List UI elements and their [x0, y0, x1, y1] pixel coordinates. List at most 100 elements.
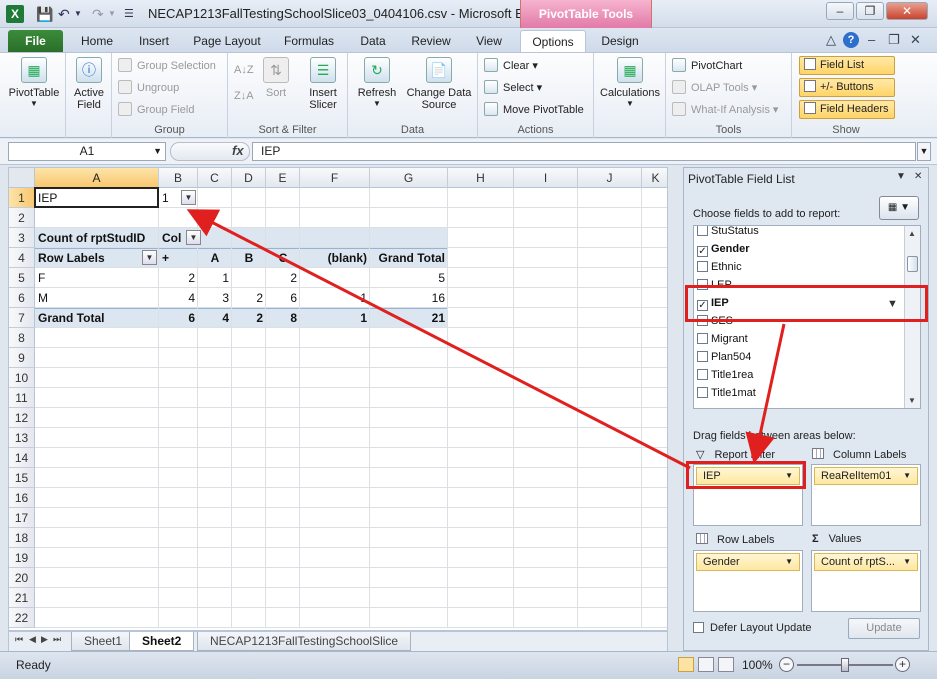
- normal-view-icon[interactable]: [678, 657, 694, 672]
- row-header-4[interactable]: 4: [9, 248, 35, 268]
- cell-b4[interactable]: +: [159, 248, 198, 268]
- row-header-7[interactable]: 7: [9, 308, 35, 328]
- cell-g5[interactable]: 5: [370, 268, 448, 288]
- column-item-chip[interactable]: ReaRelItem01 ▼: [814, 467, 918, 485]
- column-labels-area[interactable]: ReaRelItem01 ▼: [811, 464, 921, 526]
- last-sheet-icon[interactable]: ⏭: [53, 634, 61, 645]
- pivotchart-button[interactable]: PivotChart: [672, 57, 742, 75]
- column-header-h[interactable]: H: [448, 168, 514, 188]
- expand-formula-bar-icon[interactable]: ▼: [917, 142, 931, 161]
- column-header-i[interactable]: I: [514, 168, 578, 188]
- cell-c7[interactable]: 4: [198, 308, 232, 328]
- values-item-chip[interactable]: Count of rptS... ▼: [814, 553, 918, 571]
- tab-review[interactable]: Review: [402, 30, 460, 52]
- field-checkbox[interactable]: [697, 315, 708, 326]
- row-header-16[interactable]: 16: [9, 488, 35, 508]
- zoom-slider-thumb[interactable]: [841, 658, 849, 672]
- cell-e6[interactable]: 6: [266, 288, 300, 308]
- tab-view[interactable]: View: [466, 30, 512, 52]
- row-header-12[interactable]: 12: [9, 408, 35, 428]
- restore-button[interactable]: ❐: [856, 2, 884, 20]
- what-if-button[interactable]: What-If Analysis ▾: [672, 101, 778, 119]
- calculations-button[interactable]: ▦ Calculations ▼: [596, 57, 664, 108]
- field-checkbox[interactable]: [697, 279, 708, 290]
- cell-a4[interactable]: Row Labels: [35, 248, 159, 268]
- field-list-button[interactable]: Field List: [799, 56, 895, 75]
- sort-az-icon[interactable]: A↓Z: [234, 61, 254, 79]
- sheet-tab-sheet2[interactable]: Sheet2: [129, 632, 195, 651]
- cell-b5[interactable]: 2: [159, 268, 198, 288]
- field-item-ses[interactable]: SES: [697, 312, 733, 330]
- cell-d4[interactable]: B: [232, 248, 266, 268]
- pane-close-icon[interactable]: ✕: [914, 171, 922, 182]
- page-break-view-icon[interactable]: [718, 657, 734, 672]
- field-checkbox[interactable]: ✓: [697, 300, 708, 311]
- name-box[interactable]: A1 ▼: [8, 142, 166, 161]
- zoom-in-icon[interactable]: +: [895, 657, 910, 672]
- tab-options[interactable]: Options: [520, 30, 586, 52]
- cell-a5[interactable]: F: [35, 268, 159, 288]
- field-item-migrant[interactable]: Migrant: [697, 330, 748, 348]
- cell-a6[interactable]: M: [35, 288, 159, 308]
- minimize-ribbon-icon[interactable]: △: [826, 32, 836, 48]
- cell-c4[interactable]: A: [198, 248, 232, 268]
- cell-c5[interactable]: 1: [198, 268, 232, 288]
- row-labels-area[interactable]: Gender ▼: [693, 550, 803, 612]
- cell-e7[interactable]: 8: [266, 308, 300, 328]
- report-filter-iep-chip[interactable]: IEP ▼: [696, 467, 800, 485]
- row-header-19[interactable]: 19: [9, 548, 35, 568]
- defer-checkbox[interactable]: [693, 622, 704, 633]
- row-header-15[interactable]: 15: [9, 468, 35, 488]
- cell-f6[interactable]: 1: [300, 288, 370, 308]
- field-list-scrollbar[interactable]: ▲ ▼: [904, 226, 920, 408]
- row-header-1[interactable]: 1: [9, 188, 35, 208]
- save-icon[interactable]: 💾: [36, 5, 53, 23]
- sort-button[interactable]: ⇅ Sort: [258, 57, 294, 99]
- row-header-6[interactable]: 6: [9, 288, 35, 308]
- next-sheet-icon[interactable]: ▶: [41, 634, 48, 645]
- field-item-plan504[interactable]: Plan504: [697, 348, 751, 366]
- cell-f4[interactable]: (blank): [300, 248, 370, 268]
- cell-g6[interactable]: 16: [370, 288, 448, 308]
- select-all-corner[interactable]: [9, 168, 35, 188]
- close-button[interactable]: ✕: [886, 2, 928, 20]
- undo-dropdown-icon[interactable]: ▼: [74, 5, 82, 23]
- column-header-e[interactable]: E: [266, 168, 300, 188]
- cell-e5[interactable]: 2: [266, 268, 300, 288]
- field-checkbox[interactable]: [697, 226, 708, 236]
- page-layout-view-icon[interactable]: [698, 657, 714, 672]
- values-area[interactable]: Count of rptS... ▼: [811, 550, 921, 612]
- scroll-down-icon[interactable]: ▼: [908, 396, 916, 405]
- worksheet-grid[interactable]: A B C D E F G H I J K 1 2 3 4 5 6 7 8 9 10 11 12 13 14 15 16 17 18 19…: [8, 167, 668, 631]
- column-labels-dropdown-icon[interactable]: ▼: [186, 230, 201, 245]
- cell-a7[interactable]: Grand Total: [35, 308, 159, 328]
- select-button[interactable]: Select ▾: [484, 79, 542, 97]
- clear-button[interactable]: Clear ▾: [484, 57, 538, 75]
- tab-home[interactable]: Home: [72, 30, 122, 52]
- sheet-tab-data[interactable]: NECAP1213FallTestingSchoolSlice: [197, 632, 412, 651]
- group-selection-button[interactable]: Group Selection: [118, 57, 216, 75]
- row-header-13[interactable]: 13: [9, 428, 35, 448]
- field-item-iep[interactable]: ✓ IEP: [697, 294, 729, 312]
- pivottable-button[interactable]: ▦ PivotTable ▼: [6, 57, 62, 108]
- pane-options-icon[interactable]: ▼: [896, 171, 906, 182]
- row-header-20[interactable]: 20: [9, 568, 35, 588]
- field-item-lep[interactable]: LEP: [697, 276, 732, 294]
- column-header-d[interactable]: D: [232, 168, 266, 188]
- cell-b6[interactable]: 4: [159, 288, 198, 308]
- sheet-tab-sheet1[interactable]: Sheet1: [71, 632, 136, 651]
- update-button[interactable]: Update: [848, 618, 920, 639]
- field-item-title1mat[interactable]: Title1mat: [697, 384, 756, 402]
- insert-function-icon[interactable]: fx: [232, 143, 244, 158]
- row-header-17[interactable]: 17: [9, 508, 35, 528]
- field-checkbox[interactable]: [697, 387, 708, 398]
- row-header-2[interactable]: 2: [9, 208, 35, 228]
- row-header-9[interactable]: 9: [9, 348, 35, 368]
- field-checkbox[interactable]: [697, 333, 708, 344]
- sort-za-icon[interactable]: Z↓A: [234, 87, 254, 105]
- row-header-18[interactable]: 18: [9, 528, 35, 548]
- tab-formulas[interactable]: Formulas: [274, 30, 344, 52]
- redo-icon[interactable]: ↷: [92, 5, 104, 23]
- move-pivottable-button[interactable]: Move PivotTable: [484, 101, 584, 119]
- first-sheet-icon[interactable]: ⏮: [15, 634, 23, 645]
